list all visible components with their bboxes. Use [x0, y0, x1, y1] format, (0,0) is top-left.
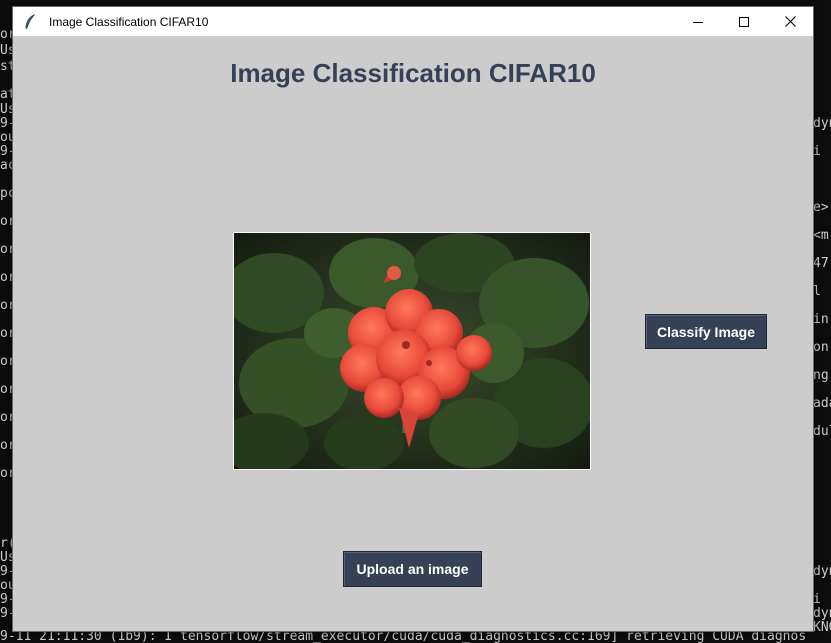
console-fragment: dul: [813, 424, 831, 439]
console-fragment: dyn: [813, 564, 831, 579]
console-fragment: e>: [813, 200, 829, 215]
console-fragment: in: [813, 312, 829, 327]
close-icon: [784, 16, 796, 27]
minimize-icon: [693, 21, 703, 23]
classify-image-button[interactable]: Classify Image: [645, 314, 767, 349]
console-fragment: dyn: [813, 116, 831, 131]
console-fragment: ada: [813, 396, 831, 411]
minimize-button[interactable]: [675, 7, 721, 36]
console-fragment: l: [813, 284, 821, 299]
uploaded-image: [233, 232, 591, 470]
title-bar[interactable]: Image Classification CIFAR10: [13, 7, 813, 36]
maximize-icon: [739, 16, 749, 27]
console-fragment: <m: [813, 228, 829, 243]
window-title: Image Classification CIFAR10: [49, 14, 209, 29]
window-controls: [675, 7, 813, 36]
app-window: Image Classification CIFAR10 Image Class…: [12, 6, 814, 632]
page-title: Image Classification CIFAR10: [230, 58, 596, 88]
close-button[interactable]: [767, 7, 813, 36]
console-fragment: 47: [813, 256, 829, 271]
console-fragment: on: [813, 340, 829, 355]
feather-icon: [22, 13, 38, 30]
flower-photo-icon: [234, 233, 590, 469]
app-client-area: Image Classification CIFAR10 Classify Im…: [13, 36, 813, 631]
console-fragment: ng: [813, 368, 829, 383]
upload-image-button[interactable]: Upload an image: [343, 551, 482, 587]
maximize-button[interactable]: [721, 7, 767, 36]
console-fragment: i: [813, 144, 821, 159]
